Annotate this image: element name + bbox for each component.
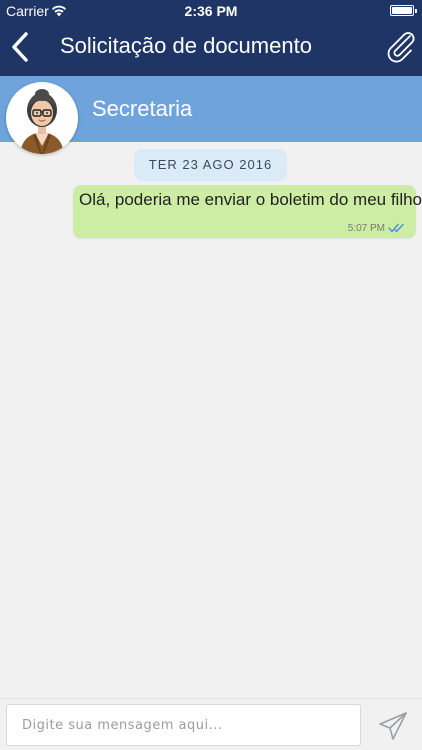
double-check-icon <box>388 223 404 233</box>
message-time: 5:07 PM <box>347 223 385 234</box>
message-input[interactable] <box>6 704 361 746</box>
avatar[interactable] <box>6 82 78 154</box>
status-bar: Carrier 2:36 PM <box>0 0 422 22</box>
top-bar: Carrier 2:36 PM Solicitação de documento <box>0 0 422 76</box>
message-text: Olá, poderia me enviar o boletim do meu … <box>79 190 422 209</box>
contact-name: Secretaria <box>92 96 193 121</box>
page-title: Solicitação de documento <box>60 33 312 58</box>
status-time: 2:36 PM <box>184 3 238 19</box>
chevron-left-icon[interactable] <box>8 30 32 64</box>
date-separator: TER 23 AGO 2016 <box>134 149 287 181</box>
outgoing-message-bubble[interactable]: Olá, poderia me enviar o boletim do meu … <box>73 185 422 238</box>
battery-icon <box>390 5 417 16</box>
paper-plane-icon[interactable] <box>378 711 408 741</box>
paperclip-icon[interactable] <box>384 30 416 64</box>
avatar-illustration <box>20 89 64 154</box>
message-composer <box>0 698 422 750</box>
